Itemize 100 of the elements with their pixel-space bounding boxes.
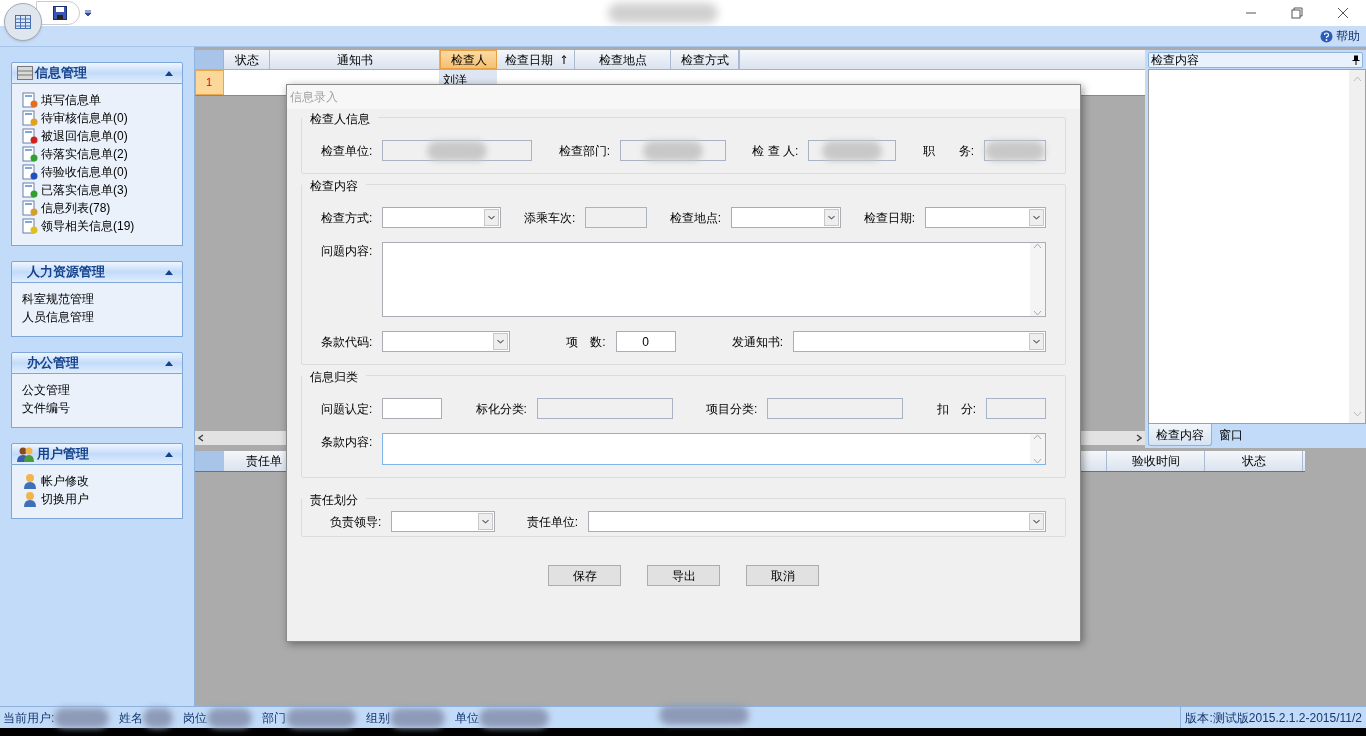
group-header[interactable]: 人力资源管理 <box>11 261 183 283</box>
status-label: 岗位 <box>183 709 208 727</box>
document-icon <box>22 146 38 162</box>
dialog-button[interactable]: 导出 <box>647 565 720 586</box>
dropdown-field[interactable] <box>924 207 1046 228</box>
field-label: 职 务: <box>922 142 974 160</box>
sidebar-item[interactable]: 待落实信息单(2) <box>22 145 172 163</box>
field-label: 项 数: <box>566 333 606 351</box>
group-header[interactable]: 办公管理 <box>11 352 183 374</box>
dropdown-field[interactable] <box>588 511 1046 532</box>
corner-cell[interactable] <box>195 50 224 69</box>
input-field[interactable] <box>382 398 443 419</box>
sidebar-item[interactable]: 切换用户 <box>22 490 172 508</box>
sidebar-item[interactable]: 文件编号 <box>22 399 172 417</box>
sidebar-item[interactable]: 信息列表(78) <box>22 199 172 217</box>
row-header[interactable]: 1 <box>195 70 224 95</box>
field-label: 发通知书: <box>731 333 783 351</box>
status-label: 单位 <box>455 709 480 727</box>
field-label: 标化分类: <box>475 400 527 418</box>
chevron-down-icon <box>484 209 500 226</box>
document-icon <box>22 128 38 144</box>
pin-icon[interactable] <box>1352 55 1360 65</box>
group-header[interactable]: 信息管理 <box>11 62 183 84</box>
dropdown-field[interactable] <box>793 331 1046 352</box>
sidebar-item[interactable]: 帐户修改 <box>22 472 172 490</box>
readonly-field[interactable] <box>620 140 726 161</box>
group-header[interactable]: 用户管理 <box>11 443 183 465</box>
readonly-field[interactable] <box>984 140 1046 161</box>
sidebar-item[interactable]: 科室规范管理 <box>22 290 172 308</box>
document-icon <box>22 182 38 198</box>
blurred-value <box>479 707 550 728</box>
help-button[interactable]: 帮助 <box>1320 27 1360 45</box>
dropdown-field[interactable] <box>382 331 511 352</box>
group-title: 信息归类 <box>302 368 366 386</box>
field-label: 负责领导: <box>330 513 382 531</box>
panel-tab[interactable]: 窗口 <box>1212 424 1250 446</box>
sidebar-item[interactable]: 被退回信息单(0) <box>22 127 172 145</box>
chevron-down-icon <box>1028 209 1044 226</box>
column-header[interactable]: 检查人 <box>440 50 497 69</box>
sidebar-item[interactable]: 填写信息单 <box>22 91 172 109</box>
collapse-icon <box>165 451 173 457</box>
field-label: 问题内容: <box>321 243 373 260</box>
corner-cell[interactable] <box>195 451 224 471</box>
readonly-field[interactable] <box>986 398 1046 419</box>
readonly-field[interactable] <box>585 207 648 228</box>
readonly-field[interactable] <box>382 140 533 161</box>
scrollbar[interactable] <box>1349 70 1365 423</box>
readonly-field[interactable] <box>767 398 904 419</box>
column-header[interactable]: 检查方式 <box>671 50 739 69</box>
sidebar-item[interactable]: 公文管理 <box>22 381 172 399</box>
sidebar-item[interactable]: 待验收信息单(0) <box>22 163 172 181</box>
field-label: 添乘车次: <box>523 209 576 227</box>
dialog-button[interactable]: 取消 <box>746 565 819 586</box>
column-header[interactable]: 检查地点 <box>575 50 671 69</box>
chevron-down-icon <box>1029 333 1044 350</box>
scrollbar[interactable] <box>1030 434 1045 464</box>
sidebar-item[interactable]: 人员信息管理 <box>22 308 172 326</box>
field-label: 检查单位: <box>321 142 373 160</box>
scroll-down-icon <box>1352 411 1362 417</box>
column-header[interactable]: 状态 <box>224 50 270 69</box>
status-label: 部门 <box>262 709 287 727</box>
input-field[interactable]: 0 <box>615 331 676 352</box>
chevron-down-icon <box>493 333 509 350</box>
sidebar-item[interactable]: 领导相关信息(19) <box>22 217 172 235</box>
dialog-button[interactable]: 保存 <box>548 565 621 586</box>
blurred-value <box>286 707 357 728</box>
save-icon[interactable] <box>53 6 67 20</box>
sort-ascending-icon <box>560 55 567 64</box>
readonly-field[interactable] <box>536 398 673 419</box>
collapse-icon <box>165 269 173 275</box>
column-header[interactable]: 检查日期 <box>497 50 575 69</box>
status-label: 组别 <box>366 709 391 727</box>
group-title: 信息管理 <box>35 64 87 83</box>
document-icon <box>22 92 38 108</box>
collapse-icon <box>165 360 173 366</box>
dropdown-icon[interactable] <box>84 9 92 17</box>
blurred-value <box>985 140 1045 161</box>
text-area[interactable] <box>382 242 1046 317</box>
scrollbar[interactable] <box>1030 243 1045 316</box>
panel-tab[interactable]: 检查内容 <box>1148 424 1212 446</box>
scroll-right-icon <box>1136 434 1142 442</box>
user-icon <box>22 491 38 507</box>
group-title: 用户管理 <box>37 445 89 464</box>
text-area[interactable] <box>382 433 1046 465</box>
dropdown-field[interactable] <box>382 207 502 228</box>
dropdown-field[interactable] <box>391 511 496 532</box>
document-icon <box>22 218 38 234</box>
field-label: 检查日期: <box>863 209 915 227</box>
field-label: 项目分类: <box>706 400 758 418</box>
dropdown-field[interactable] <box>731 207 842 228</box>
sidebar-item[interactable]: 已落实信息单(3) <box>22 181 172 199</box>
column-header[interactable]: 状态 <box>1205 451 1303 471</box>
column-header[interactable]: 验收时间 <box>1107 451 1205 471</box>
readonly-field[interactable] <box>808 140 897 161</box>
collapse-icon <box>165 70 173 76</box>
blurred-value <box>643 140 703 161</box>
blurred-value <box>54 707 110 728</box>
sidebar-item[interactable]: 待审核信息单(0) <box>22 109 172 127</box>
field-label: 条款内容: <box>321 434 373 451</box>
grid-icon <box>15 15 31 29</box>
